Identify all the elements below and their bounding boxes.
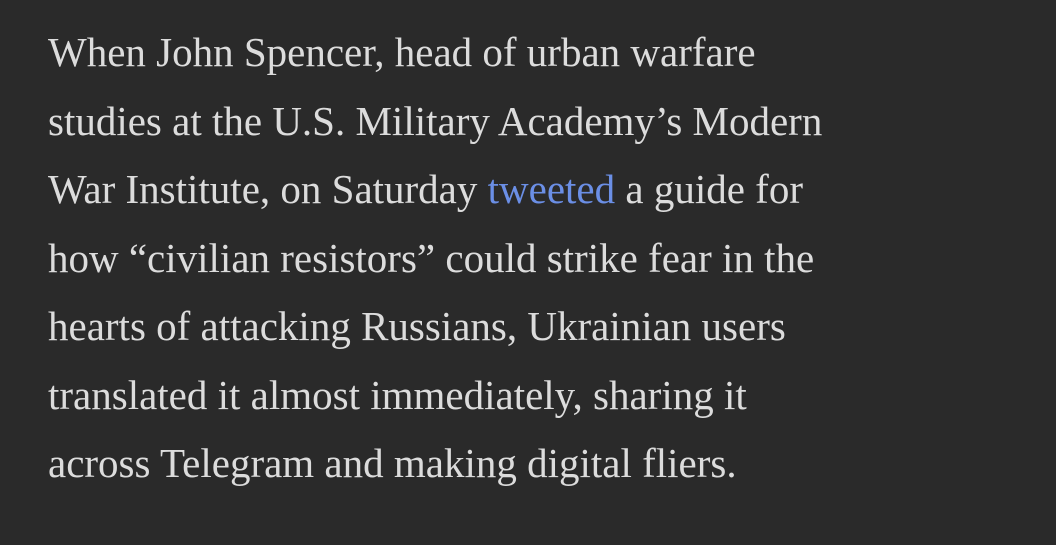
paragraph-line-6: translated it almost immediately, sharin… — [48, 371, 747, 418]
paragraph-line-3-after-link: a guide for — [615, 166, 803, 212]
paragraph-line-3: War Institute, on Saturday tweeted a gui… — [48, 155, 1036, 224]
paragraph-line-4: how “civilian resistors” could strike fe… — [48, 234, 815, 281]
paragraph-line-3-before-link: War Institute, on Saturday — [48, 166, 488, 212]
paragraph-line-2: studies at the U.S. Military Academy’s M… — [48, 97, 823, 144]
article-paragraph: When John Spencer, head of urban warfare… — [48, 18, 1036, 498]
article-body: When John Spencer, head of urban warfare… — [0, 0, 1056, 545]
tweeted-link[interactable]: tweeted — [488, 166, 615, 212]
paragraph-line-7: across Telegram and making digital flier… — [48, 440, 737, 486]
paragraph-line-1: When John Spencer, head of urban warfare — [48, 29, 756, 75]
paragraph-line-5: hearts of attacking Russians, Ukrainian … — [48, 303, 786, 349]
